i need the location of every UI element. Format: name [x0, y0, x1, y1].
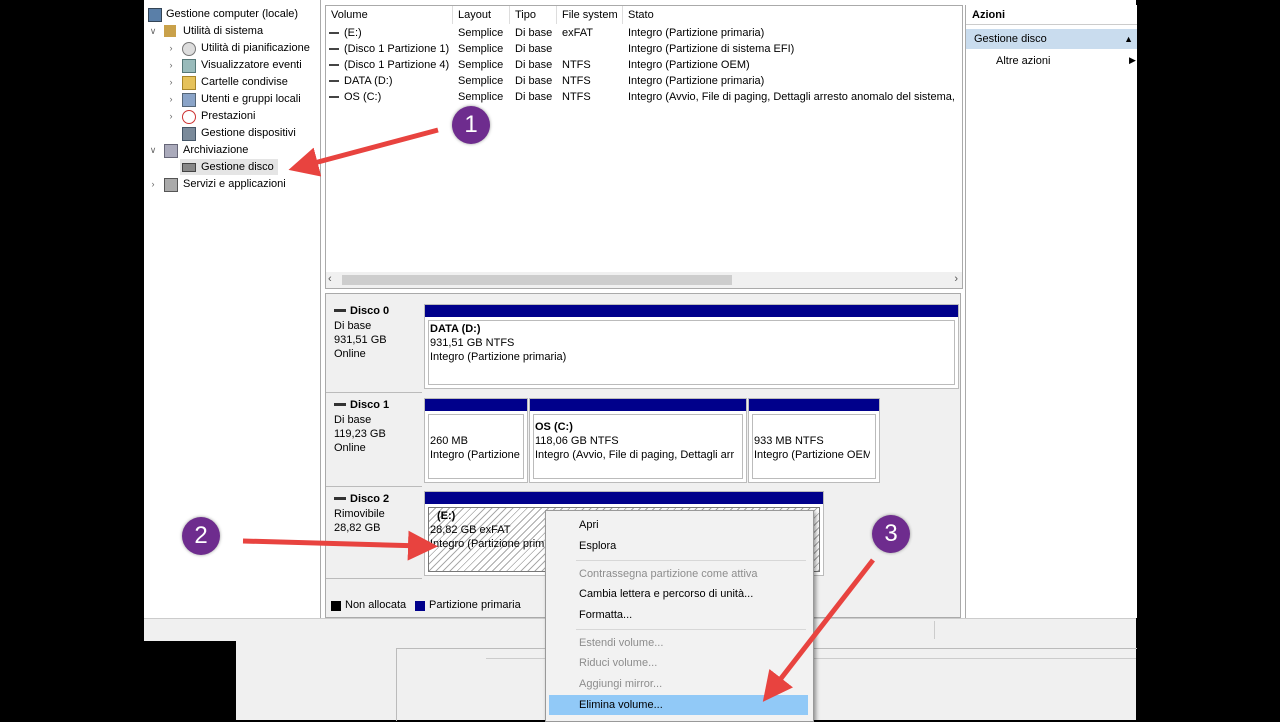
- step-2-badge: 2: [182, 517, 220, 555]
- arrow-1: [288, 127, 439, 177]
- annotation-arrows: [242, 127, 875, 702]
- arrow-3: [762, 558, 875, 702]
- step-1-badge: 1: [452, 106, 490, 144]
- arrow-2: [242, 530, 438, 561]
- step-3-badge: 3: [872, 515, 910, 553]
